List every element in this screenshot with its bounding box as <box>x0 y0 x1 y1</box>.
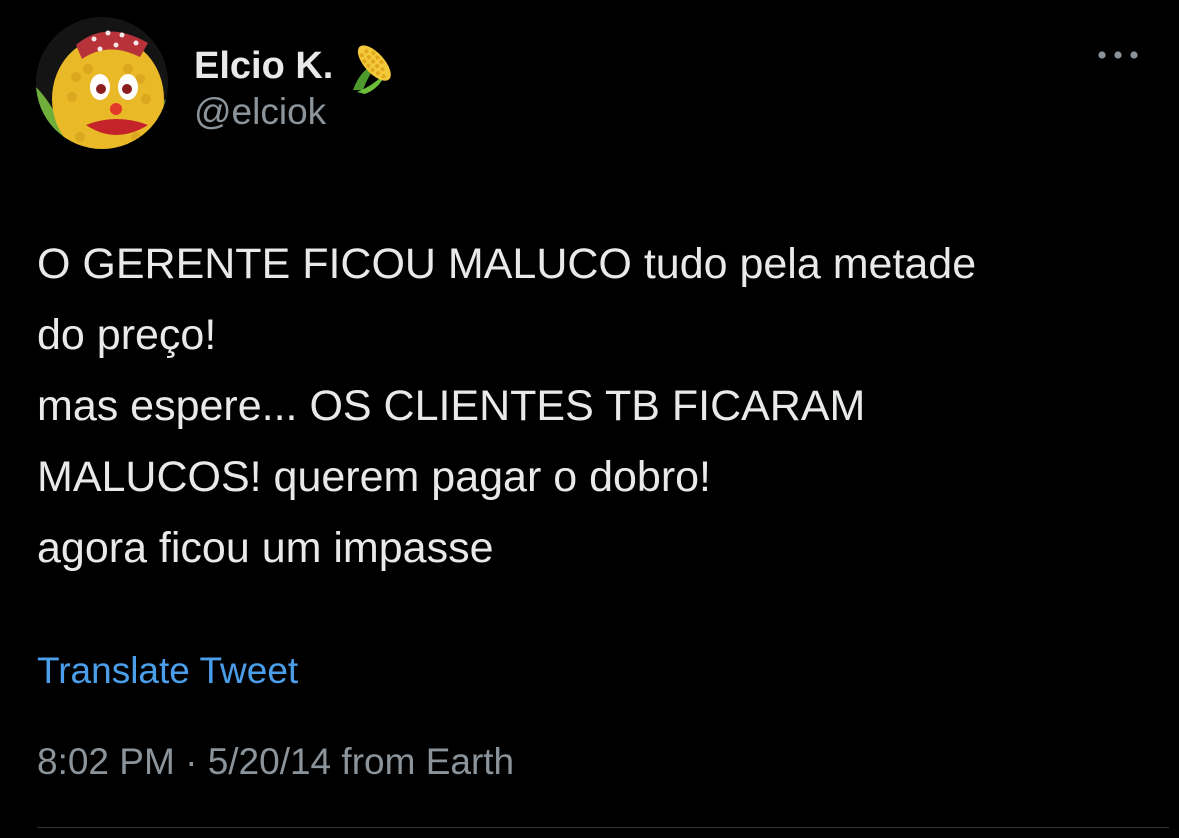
translate-tweet-link[interactable]: Translate Tweet <box>37 650 298 692</box>
tweet-time[interactable]: 8:02 PM <box>37 741 175 782</box>
divider <box>37 827 1169 828</box>
tweet-text-line: MALUCOS! querem pagar o dobro! <box>37 453 711 501</box>
author-name-text: Elcio K. <box>194 44 334 87</box>
more-options-button[interactable] <box>1094 40 1142 70</box>
tweet-text-line: do preço! <box>37 311 217 359</box>
corn-character-avatar-icon <box>36 17 168 149</box>
corn-icon <box>347 38 403 94</box>
author-display-name[interactable]: Elcio K. <box>194 38 403 94</box>
more-dots-icon <box>1098 51 1138 59</box>
meta-separator: · <box>185 741 198 782</box>
tweet-text-line: agora ficou um impasse <box>37 524 494 572</box>
tweet-source: from Earth <box>341 741 515 782</box>
tweet-text: O GERENTE FICOU MALUCO tudo pela metade … <box>37 229 1147 584</box>
tweet-text-line: mas espere... OS CLIENTES TB FICARAM <box>37 382 866 430</box>
avatar[interactable] <box>36 17 168 149</box>
tweet-date[interactable]: 5/20/14 <box>208 741 331 782</box>
tweet-text-line: O GERENTE FICOU MALUCO tudo pela metade <box>37 240 977 288</box>
author-handle[interactable]: @elciok <box>194 91 326 133</box>
tweet-metadata: 8:02 PM · 5/20/14 from Earth <box>37 741 514 783</box>
